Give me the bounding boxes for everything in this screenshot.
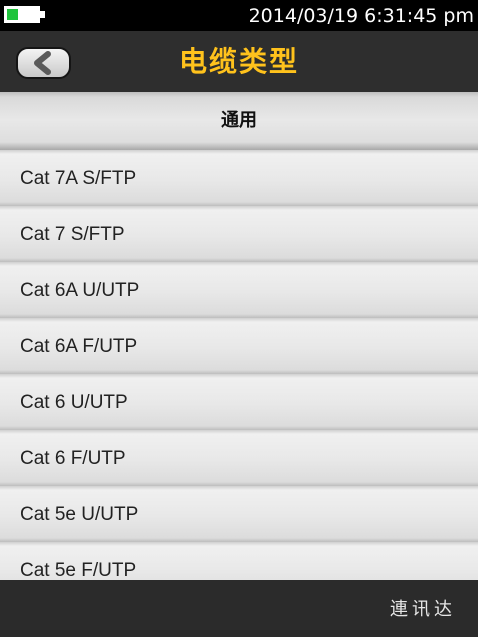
list-item[interactable]: Cat 5e F/UTP [0,542,478,580]
status-datetime: 2014/03/19 6:31:45 pm [248,5,474,27]
list-item[interactable]: Cat 7A S/FTP [0,150,478,206]
brand-logo: 連讯达 [390,599,456,620]
list-item[interactable]: Cat 5e U/UTP [0,486,478,542]
battery-tip [40,11,45,18]
list-item[interactable]: Cat 6A F/UTP [0,318,478,374]
list-item[interactable]: Cat 7 S/FTP [0,206,478,262]
list-item-label: Cat 6 U/UTP [20,392,128,413]
list-item-label: Cat 5e U/UTP [20,504,139,525]
section-header-label: 通用 [221,110,257,131]
back-button[interactable] [16,47,71,79]
battery-icon [4,6,40,23]
status-bar: 2014/03/19 6:31:45 pm [0,0,478,31]
title-bar: 电缆类型 [0,31,478,92]
chevron-left-icon [34,51,51,75]
list-item[interactable]: Cat 6A U/UTP [0,262,478,318]
list-item-label: Cat 5e F/UTP [20,560,137,580]
list-item-label: Cat 6 F/UTP [20,448,126,469]
page-title: 电缆类型 [178,45,299,78]
list-item-label: Cat 6A U/UTP [20,280,140,301]
bottom-bar: 連讯达 [0,580,478,637]
battery-level-fill [7,9,18,20]
list-item-label: Cat 6A F/UTP [20,336,138,357]
list-item-label: Cat 7 S/FTP [20,224,125,245]
section-header: 通用 [0,92,478,150]
list-item[interactable]: Cat 6 U/UTP [0,374,478,430]
list-item[interactable]: Cat 6 F/UTP [0,430,478,486]
cable-type-list: Cat 7A S/FTP Cat 7 S/FTP Cat 6A U/UTP Ca… [0,150,478,580]
list-item-label: Cat 7A S/FTP [20,168,137,189]
